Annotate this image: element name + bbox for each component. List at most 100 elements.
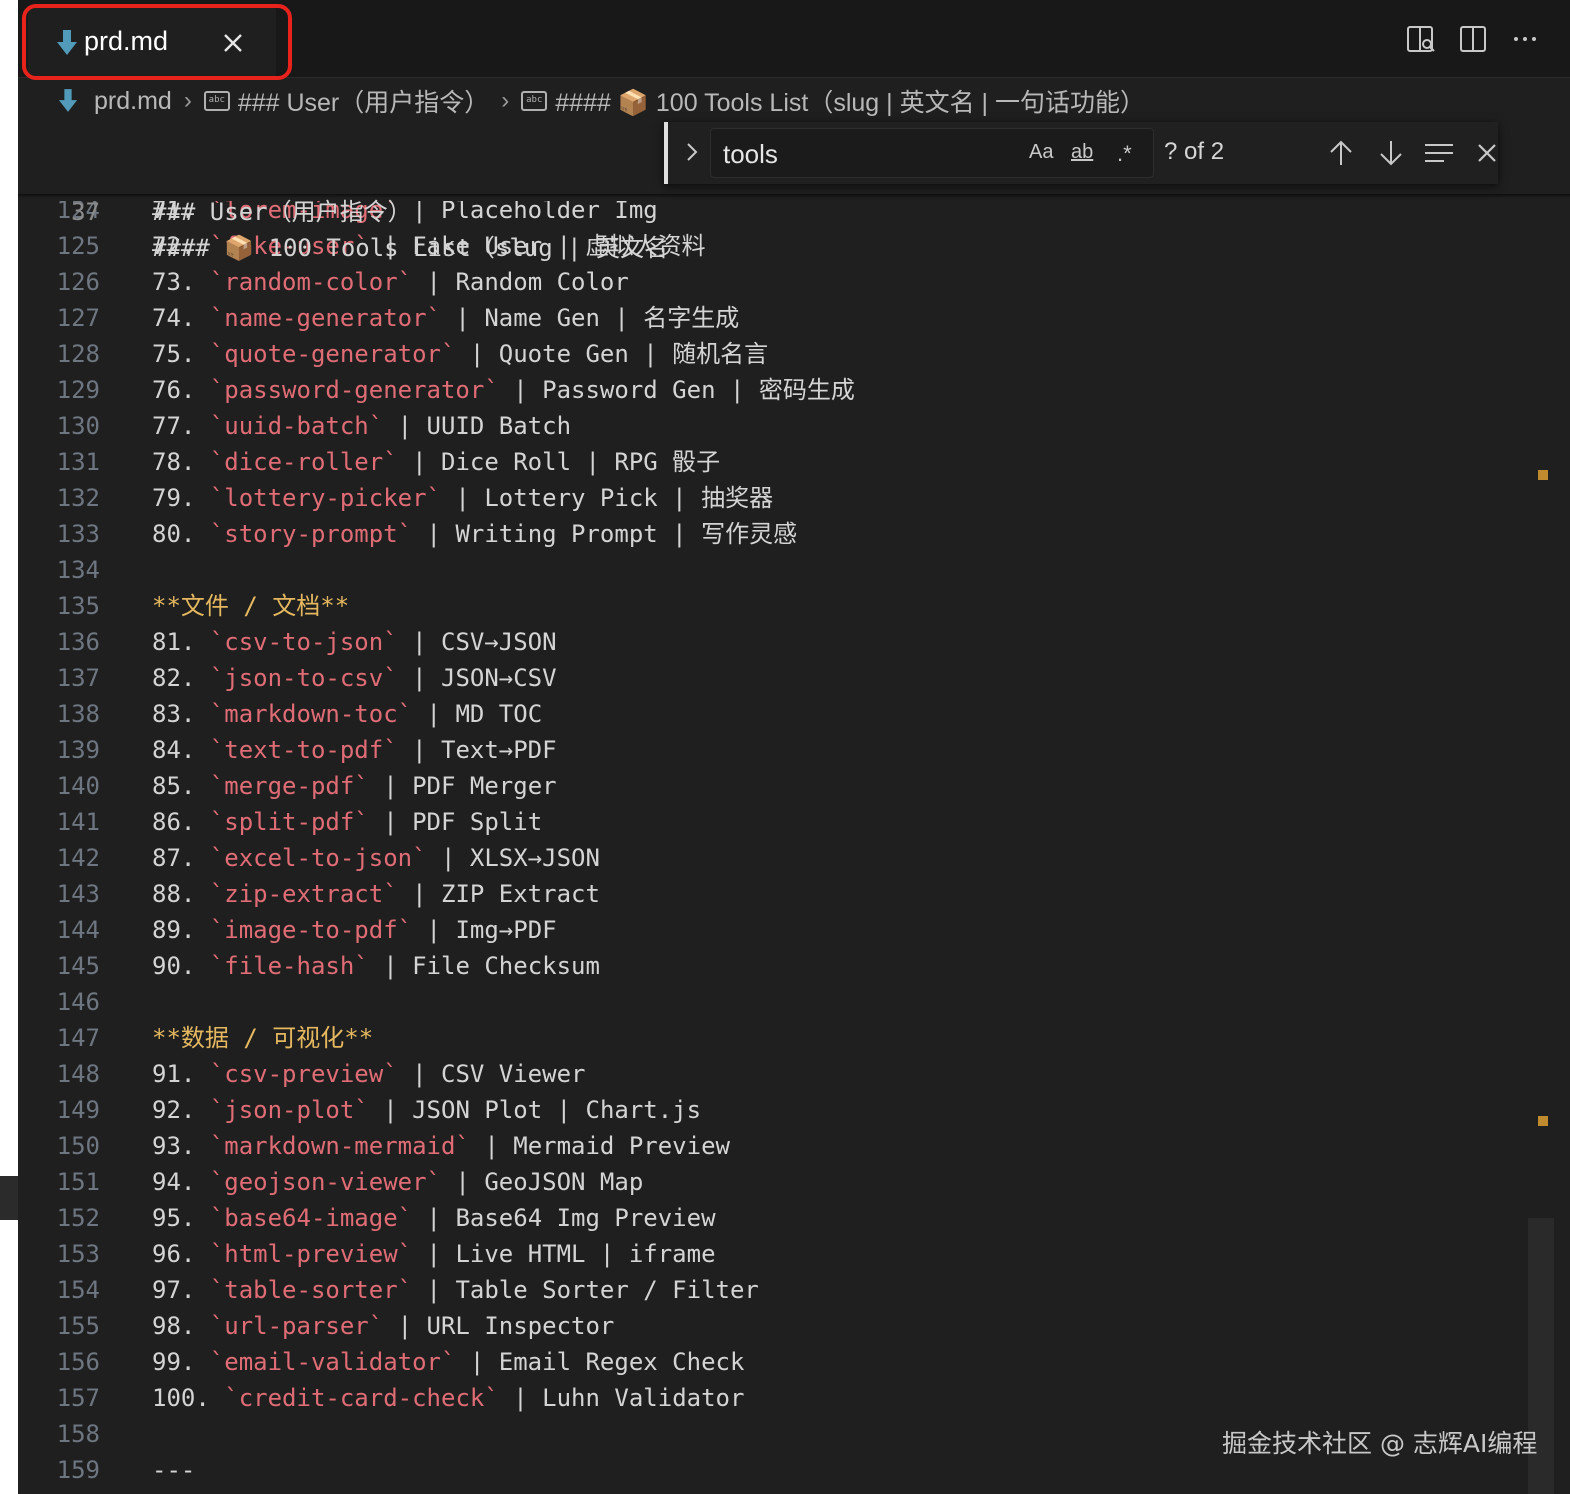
line-text: 100. `credit-card-check` | Luhn Validato… [152, 1380, 744, 1416]
whole-word-toggle[interactable]: ab [1071, 141, 1093, 164]
line-description: | JSON Plot | Chart.js [368, 1096, 702, 1124]
find-match-marker [1538, 470, 1548, 480]
list-number: 82. [152, 664, 210, 692]
line-description: | ZIP Extract [397, 880, 600, 908]
line-description: | Placeholder Img [397, 196, 658, 224]
find-widget: tools Aa ab .* ? of 2 [664, 122, 1498, 184]
code-line[interactable]: 126 73. `random-color` | Random Color [18, 264, 1528, 300]
code-line[interactable]: 140 85. `merge-pdf` | PDF Merger [18, 768, 1528, 804]
code-line[interactable]: 136 81. `csv-to-json` | CSV→JSON [18, 624, 1528, 660]
line-description: | MD TOC [412, 700, 543, 728]
open-preview-icon[interactable] [1406, 24, 1436, 54]
code-line[interactable]: 146 [18, 984, 1528, 1020]
toggle-replace-chevron-icon[interactable] [678, 138, 706, 166]
activity-bar-edge [0, 1176, 18, 1220]
line-number: 128 [56, 340, 100, 368]
line-description: | Luhn Validator [498, 1384, 745, 1412]
line-text: 86. `split-pdf` | PDF Split [152, 804, 542, 840]
list-number: --- [152, 1456, 196, 1484]
inline-code-slug: `csv-to-json` [209, 628, 398, 656]
code-line[interactable]: 157 100. `credit-card-check` | Luhn Valid… [18, 1380, 1528, 1416]
line-description: | Quote Gen | 随机名言 [455, 340, 769, 368]
breadcrumb-file[interactable]: prd.md [94, 87, 172, 116]
code-line[interactable]: 152 95. `base64-image` | Base64 Img Previ… [18, 1200, 1528, 1236]
code-line[interactable]: 138 83. `markdown-toc` | MD TOC [18, 696, 1528, 732]
code-line[interactable]: 127 74. `name-generator` | Name Gen | 名字生… [18, 300, 1528, 336]
line-description: | Mermaid Preview [469, 1132, 730, 1160]
line-description: | PDF Split [368, 808, 543, 836]
code-line[interactable]: 149 92. `json-plot` | JSON Plot | Chart.j… [18, 1092, 1528, 1128]
code-line[interactable]: 153 96. `html-preview` | Live HTML | ifra… [18, 1236, 1528, 1272]
code-line[interactable]: 148 91. `csv-preview` | CSV Viewer [18, 1056, 1528, 1092]
code-line[interactable]: 132 79. `lottery-picker` | Lottery Pick |… [18, 480, 1528, 516]
match-case-toggle[interactable]: Aa [1029, 141, 1053, 164]
match-count: ? of 2 [1164, 138, 1225, 165]
line-text: **数据 / 可视化** [152, 1020, 373, 1056]
inline-code-slug: `file-hash` [209, 952, 369, 980]
breadcrumb-section-user[interactable]: ### User（用户指令） [238, 83, 489, 119]
split-editor-icon[interactable] [1458, 24, 1488, 54]
regex-toggle[interactable]: .* [1117, 141, 1132, 167]
code-line[interactable]: 134 [18, 552, 1528, 588]
code-line[interactable]: 151 94. `geojson-viewer` | GeoJSON Map [18, 1164, 1528, 1200]
code-line[interactable]: 145 90. `file-hash` | File Checksum [18, 948, 1528, 984]
inline-code-slug: `quote-generator` [209, 340, 456, 368]
line-text: 90. `file-hash` | File Checksum [152, 948, 600, 984]
code-line[interactable]: 156 99. `email-validator` | Email Regex C… [18, 1344, 1528, 1380]
inline-code-slug: `zip-extract` [209, 880, 398, 908]
inline-code-slug: `image-to-pdf` [209, 916, 413, 944]
list-number: 95. [152, 1204, 210, 1232]
more-actions-icon[interactable] [1510, 24, 1540, 54]
code-line[interactable]: 139 84. `text-to-pdf` | Text→PDF [18, 732, 1528, 768]
line-text: #### 📦 100 Tools List（slug | 英文名 [152, 234, 669, 262]
code-line[interactable]: 141 86. `split-pdf` | PDF Split [18, 804, 1528, 840]
find-in-selection-icon[interactable] [1422, 136, 1456, 170]
code-editor[interactable]: 160 159 --- 158 157 100. `credit-card-check` … [18, 122, 1570, 1494]
find-input[interactable]: tools Aa ab .* [710, 128, 1154, 178]
line-description: | Writing Prompt | 写作灵感 [412, 520, 798, 548]
code-line[interactable]: 154 97. `table-sorter` | Table Sorter / F… [18, 1272, 1528, 1308]
code-line[interactable]: 129 76. `password-generator` | Password G… [18, 372, 1528, 408]
arrow-up-icon[interactable] [1324, 136, 1358, 170]
code-line[interactable]: 150 93. `markdown-mermaid` | Mermaid Prev… [18, 1128, 1528, 1164]
line-description: | URL Inspector [383, 1312, 615, 1340]
line-number: 148 [56, 1060, 100, 1088]
code-line[interactable]: 135 **文件 / 文档** [18, 588, 1528, 624]
code-line[interactable]: 137 82. `json-to-csv` | JSON→CSV [18, 660, 1528, 696]
code-line[interactable]: 131 78. `dice-roller` | Dice Roll | RPG 骰… [18, 444, 1528, 480]
code-line[interactable]: 144 89. `image-to-pdf` | Img→PDF [18, 912, 1528, 948]
string-symbol-icon: abc [521, 91, 548, 111]
line-description: | Base64 Img Preview [412, 1204, 716, 1232]
line-text: 96. `html-preview` | Live HTML | iframe [152, 1236, 716, 1272]
editor-actions [1406, 24, 1540, 54]
breadcrumb-section-tools[interactable]: #### 📦 100 Tools List（slug | 英文名 | 一句话功能… [555, 83, 1145, 119]
bold-heading: **文件 / 文档** [152, 592, 350, 620]
code-line[interactable]: 143 88. `zip-extract` | ZIP Extract [18, 876, 1528, 912]
list-number: 97. [152, 1276, 210, 1304]
list-number: 81. [152, 628, 210, 656]
code-line[interactable]: 142 87. `excel-to-json` | XLSX→JSON [18, 840, 1528, 876]
markdown-file-icon [58, 89, 78, 112]
line-text: 82. `json-to-csv` | JSON→CSV [152, 660, 557, 696]
arrow-down-icon[interactable] [1374, 136, 1408, 170]
list-number: 100. [152, 1384, 225, 1412]
line-description: | JSON→CSV [397, 664, 557, 692]
line-text: 80. `story-prompt` | Writing Prompt | 写作… [152, 516, 797, 552]
inline-code-slug: `html-preview` [209, 1240, 413, 1268]
list-number: 90. [152, 952, 210, 980]
code-line[interactable]: 130 77. `uuid-batch` | UUID Batch [18, 408, 1528, 444]
inline-code-slug: `excel-to-json` [209, 844, 427, 872]
line-number: 157 [56, 1384, 100, 1412]
close-icon[interactable] [1470, 136, 1504, 170]
list-number: 91. [152, 1060, 210, 1088]
code-line[interactable]: 147 **数据 / 可视化** [18, 1020, 1528, 1056]
line-number: 145 [56, 952, 100, 980]
code-line[interactable]: 160 [18, 1488, 1528, 1494]
list-number: 89. [152, 916, 210, 944]
line-description: | Email Regex Check [455, 1348, 745, 1376]
inline-code-slug: `random-color` [209, 268, 413, 296]
code-line[interactable]: 133 80. `story-prompt` | Writing Prompt |… [18, 516, 1528, 552]
line-number: 132 [56, 484, 100, 512]
code-line[interactable]: 155 98. `url-parser` | URL Inspector [18, 1308, 1528, 1344]
code-line[interactable]: 128 75. `quote-generator` | Quote Gen | 随… [18, 336, 1528, 372]
